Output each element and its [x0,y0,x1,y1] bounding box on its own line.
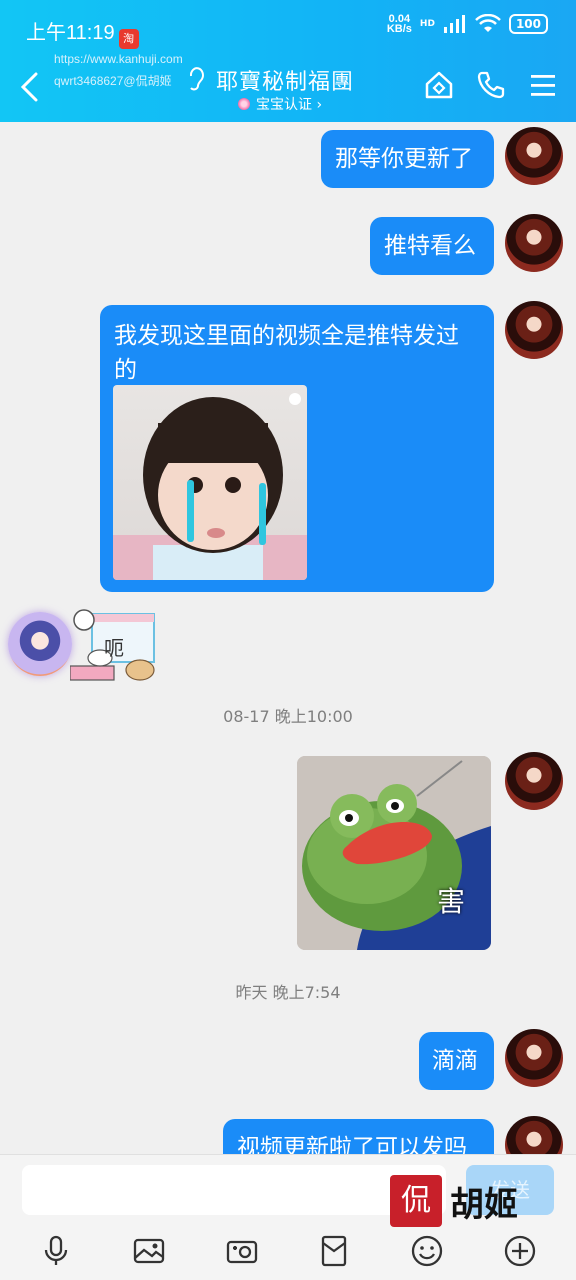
taobao-badge-icon: 淘 [118,29,139,49]
menu-icon[interactable] [528,70,558,100]
subtitle-text: 宝宝认证 › [256,97,323,113]
ear-icon[interactable] [186,66,206,92]
frog-photo-drawing [297,756,491,950]
pepe-frog-photo[interactable]: 害 [297,756,491,950]
emoji-icon[interactable] [410,1234,444,1268]
time-text: 上午11:19 [26,22,115,44]
status-time: 上午11:19 淘 [26,16,139,49]
message-input[interactable] [22,1165,446,1215]
lollipop-icon [238,98,250,110]
baby-photo-drawing [113,393,307,580]
brand-name: 胡姬 [450,1184,518,1225]
seal-logo: 侃 [390,1175,442,1227]
avatar[interactable] [505,301,563,359]
home-icon[interactable] [424,70,454,100]
avatar[interactable] [505,1029,563,1087]
message-bubble[interactable]: 那等你更新了 [321,130,494,188]
image-icon[interactable] [132,1234,166,1268]
header-actions [424,70,558,100]
plus-icon[interactable] [503,1234,537,1268]
watermark-user: qwrt3468627@侃胡姬 [54,74,172,88]
avatar[interactable] [505,214,563,272]
message-text: 我发现这里面的视频全是推特发过的 [114,323,459,383]
brand-watermark: 侃 胡姬 [390,1175,518,1227]
message-text: 那等你更新了 [335,146,473,172]
image-caption: 害 [437,885,466,918]
camera-icon[interactable] [225,1234,259,1268]
sticker-text: 呃 [104,636,124,660]
input-toolbar [0,1225,576,1277]
sticker[interactable]: 呃 [69,606,160,688]
microphone-icon[interactable] [39,1234,73,1268]
avatar[interactable] [505,127,563,185]
wifi-icon [475,14,501,32]
verification-link[interactable]: 宝宝认证 › [238,94,322,114]
chat-header: 上午11:19 淘 0.04 KB/s HD 100 https://www.ka… [0,0,576,122]
avatar[interactable] [505,752,563,810]
message-text: 滴滴 [432,1048,478,1074]
baby-crying-photo[interactable] [113,385,307,580]
message-bubble[interactable]: 滴滴 [419,1032,494,1090]
avatar[interactable] [8,612,72,676]
input-bar: 发送 侃 胡姬 [0,1154,576,1280]
red-packet-icon[interactable] [317,1234,351,1268]
net-speed-unit: KB/s [386,23,412,35]
message-text: 推特看么 [384,233,476,259]
battery-icon: 100 [508,14,548,34]
timestamp: 昨天 晚上7:54 [235,983,341,1002]
message-bubble[interactable]: 推特看么 [370,217,494,275]
phone-icon[interactable] [476,70,506,100]
watermark-url: https://www.kanhuji.com [54,52,183,66]
chat-title[interactable]: 耶寶秘制福團 [216,64,354,96]
status-right: 0.04 KB/s HD 100 [386,14,548,35]
back-arrow-icon[interactable] [18,72,42,102]
signal-icon [443,15,465,33]
timestamp: 08-17 晚上10:00 [223,707,353,726]
net-speed: 0.04 KB/s [386,14,412,35]
hd-label: HD [419,19,435,29]
